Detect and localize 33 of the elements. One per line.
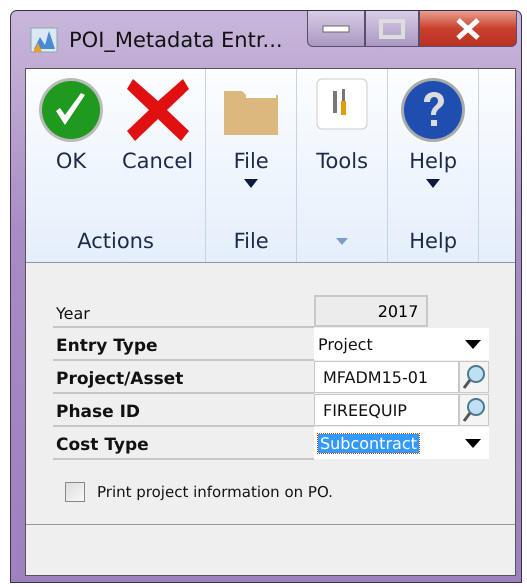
magnifier-icon: [462, 364, 486, 390]
magnifier-icon: [462, 397, 486, 423]
minimize-button[interactable]: [307, 11, 365, 47]
ribbon-button[interactable]: Tools: [303, 69, 382, 220]
lookup-button[interactable]: [459, 394, 489, 426]
lookup-button[interactable]: [459, 361, 489, 393]
ribbon-button[interactable]: Help: [394, 69, 472, 220]
group-label: Help: [409, 229, 458, 253]
maximize-button[interactable]: [365, 11, 419, 47]
close-button[interactable]: [419, 11, 517, 47]
checkbox[interactable]: [65, 482, 85, 502]
close-icon: [455, 18, 481, 40]
minimize-icon: [322, 24, 350, 32]
checkmark-icon: [38, 77, 104, 143]
caret-icon: [244, 179, 258, 188]
dropdown-arrow-icon: [465, 438, 481, 448]
help-icon: [400, 77, 466, 143]
lookup-field[interactable]: MFADM15-01: [314, 361, 459, 393]
window-title: POI_Metadata Entr...: [69, 28, 283, 52]
lookup-field[interactable]: FIREEQUIP: [314, 394, 459, 426]
group-label: File: [234, 229, 269, 253]
app-icon: [29, 24, 59, 54]
ribbon-button[interactable]: File: [212, 69, 290, 220]
caret-icon: [426, 179, 440, 188]
maximize-icon: [379, 18, 405, 38]
ribbon-button[interactable]: OK: [32, 69, 110, 220]
checkbox-label: Print project information on PO.: [97, 483, 333, 501]
dropdown-arrow-icon: [465, 340, 481, 348]
group-label: Actions: [77, 229, 154, 253]
cross-icon: [124, 77, 191, 143]
ribbon-button[interactable]: Cancel: [116, 69, 200, 220]
year-field[interactable]: 2017: [314, 295, 428, 327]
dropdown-field[interactable]: Project: [314, 328, 489, 360]
